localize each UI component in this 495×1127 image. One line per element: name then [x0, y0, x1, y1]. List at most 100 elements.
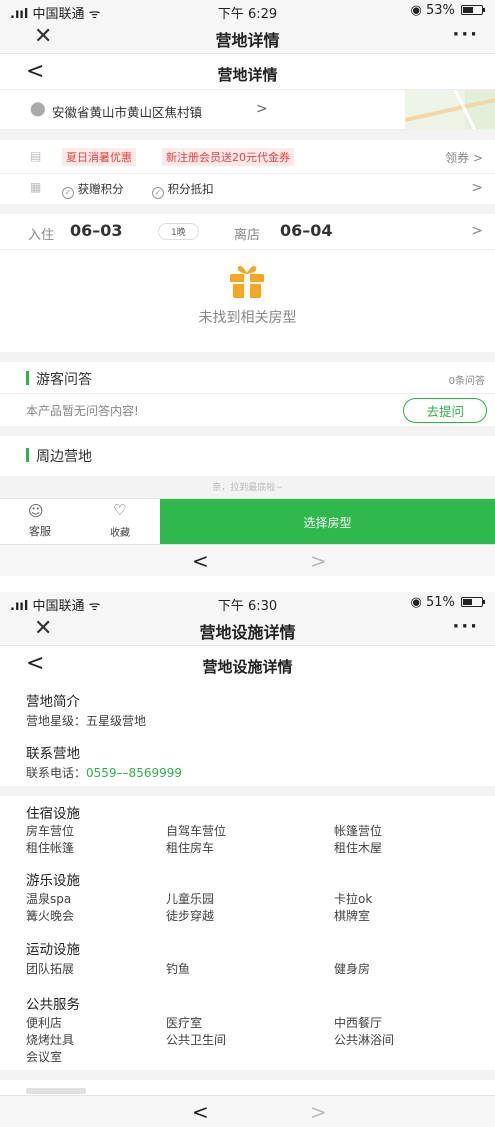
facility-item: 卡拉ok — [334, 892, 373, 906]
chevron-right-icon: > — [471, 223, 483, 239]
divider — [0, 786, 495, 796]
facility-item: 篝火晚会 — [26, 909, 75, 923]
qa-body: 本产品暂无问答内容! 去提问 — [0, 394, 495, 426]
facility-item: 钓鱼 — [166, 962, 191, 976]
check-circle-icon: ✓ — [152, 187, 164, 199]
room-list-empty: 未找到相关房型 — [0, 250, 495, 352]
facility-item: 房车营位 — [26, 824, 75, 838]
date-row[interactable]: 入住 06–03 1晚 离店 06–04 > — [0, 214, 495, 250]
customer-service-button[interactable]: ☺ 客服 — [0, 499, 80, 545]
gift-small-icon: ▦ — [30, 180, 42, 194]
browser-forward-button[interactable]: > — [310, 1100, 327, 1124]
empty-message: 未找到相关房型 — [198, 310, 297, 326]
more-icon[interactable]: ··· — [452, 616, 479, 637]
checkin-date: 06–03 — [70, 221, 123, 240]
contact-title: 联系营地 — [26, 746, 80, 762]
facility-item: 自驾车营位 — [166, 824, 227, 838]
facility-item: 公共淋浴间 — [334, 1033, 395, 1047]
facility-item: 儿童乐园 — [166, 892, 215, 906]
page-title: 营地详情 — [217, 66, 278, 84]
divider — [0, 204, 495, 214]
navbar-title: 营地设施详情 — [199, 623, 296, 642]
address-arrow: > — [256, 101, 268, 117]
promo-row[interactable]: ▤ 夏日消暑优惠 新注册会员送20元代金券 领券 > — [0, 140, 495, 174]
qa-header: 游客问答 0条问答 — [0, 362, 495, 394]
favorite-button[interactable]: ♡ 收藏 — [80, 499, 160, 545]
status-bar: .ııl 中国联通 ᯤ 下午 6:30 ◉ 51% — [0, 592, 495, 614]
more-icon[interactable]: ··· — [452, 24, 479, 45]
facility-item: 会议室 — [26, 1050, 63, 1064]
coupon-icon: ▤ — [30, 149, 42, 163]
battery-percent: 53% — [425, 3, 455, 18]
divider — [0, 426, 495, 436]
service-label: 客服 — [29, 525, 51, 538]
webview-navbar: ✕ 营地设施详情 ··· — [0, 614, 495, 646]
promo-tag: 夏日消暑优惠 — [62, 148, 136, 166]
facility-item: 帐篷营位 — [334, 824, 383, 838]
favorite-label: 收藏 — [110, 528, 130, 539]
sports-title: 运动设施 — [26, 942, 80, 958]
phone-link[interactable]: 0559––8569999 — [86, 766, 182, 780]
nearby-title: 周边营地 — [36, 449, 92, 465]
battery-percent: 51% — [425, 595, 455, 610]
address-text: 安徽省黄山市黄山区焦村镇 — [52, 105, 203, 120]
qa-count: 0条问答 — [448, 376, 485, 387]
rotation-lock-icon: ◉ — [410, 3, 422, 18]
cut-off-section-title — [26, 1088, 86, 1094]
webview-navbar: ✕ 营地详情 ··· — [0, 22, 495, 54]
points-row[interactable]: ▦ ✓ 获赠积分 ✓ 积分抵扣 > — [0, 174, 495, 204]
earn-points-label: 获赠积分 — [77, 182, 124, 196]
public-title: 公共服务 — [26, 997, 80, 1013]
screen-separator — [0, 576, 495, 592]
checkout-label: 离店 — [234, 228, 261, 243]
browser-toolbar: < > — [0, 544, 495, 576]
divider — [0, 130, 495, 140]
rating-value: 五星级营地 — [86, 714, 147, 728]
facility-item: 租住帐篷 — [26, 841, 75, 855]
check-circle-icon: ✓ — [62, 187, 74, 199]
action-bar: ☺ 客服 ♡ 收藏 选择房型 — [0, 498, 495, 545]
promo-tag: 新注册会员送20元代金券 — [162, 148, 294, 166]
status-bar: .ııl 中国联通 ᯤ 下午 6:29 ◉ 53% — [0, 0, 495, 22]
get-coupon-link[interactable]: 领券 > — [445, 149, 483, 166]
intro-title: 营地简介 — [26, 694, 80, 710]
browser-back-button[interactable]: < — [192, 549, 209, 573]
nearby-header: 周边营地 — [0, 436, 495, 476]
qa-empty-text: 本产品暂无问答内容! — [26, 404, 139, 418]
facility-item: 便利店 — [26, 1016, 63, 1030]
heart-icon: ♡ — [113, 501, 127, 519]
headset-icon: ☺ — [28, 502, 44, 520]
rating-row: 营地星级：五星级营地 — [26, 712, 146, 729]
facility-item: 温泉spa — [26, 892, 72, 906]
battery-icon — [461, 5, 485, 15]
facility-item: 烧烤灶具 — [26, 1033, 75, 1047]
lodging-title: 住宿设施 — [26, 806, 80, 822]
browser-back-button[interactable]: < — [192, 1100, 209, 1124]
facility-item: 徒步穿越 — [166, 909, 215, 923]
select-room-button[interactable]: 选择房型 — [160, 499, 495, 545]
section-marker — [26, 371, 29, 385]
page-header: < 营地详情 — [0, 56, 495, 90]
navbar-title: 营地详情 — [215, 31, 280, 50]
divider — [0, 352, 495, 362]
map-thumbnail — [405, 90, 495, 129]
facility-item: 棋牌室 — [334, 909, 371, 923]
chevron-right-icon: > — [471, 180, 483, 196]
ask-question-button[interactable]: 去提问 — [403, 398, 487, 423]
phone-label: 联系电话： — [26, 766, 87, 780]
facility-item: 健身房 — [334, 962, 371, 976]
select-room-label: 选择房型 — [303, 516, 352, 530]
checkout-date: 06–04 — [280, 221, 333, 240]
section-marker — [26, 448, 29, 462]
recreation-title: 游乐设施 — [26, 873, 80, 889]
rotation-lock-icon: ◉ — [410, 595, 422, 610]
facility-item: 租住房车 — [166, 841, 215, 855]
browser-toolbar: < > — [0, 1095, 495, 1127]
browser-forward-button[interactable]: > — [310, 549, 327, 573]
list-end: 亲，拉到最底啦~ — [0, 476, 495, 498]
location-row[interactable]: ⬤ 安徽省黄山市黄山区焦村镇 > — [0, 90, 495, 130]
qa-title: 游客问答 — [36, 372, 92, 388]
facility-item: 租住木屋 — [334, 841, 383, 855]
page-title: 营地设施详情 — [202, 658, 293, 676]
facility-item: 中西餐厅 — [334, 1016, 383, 1030]
